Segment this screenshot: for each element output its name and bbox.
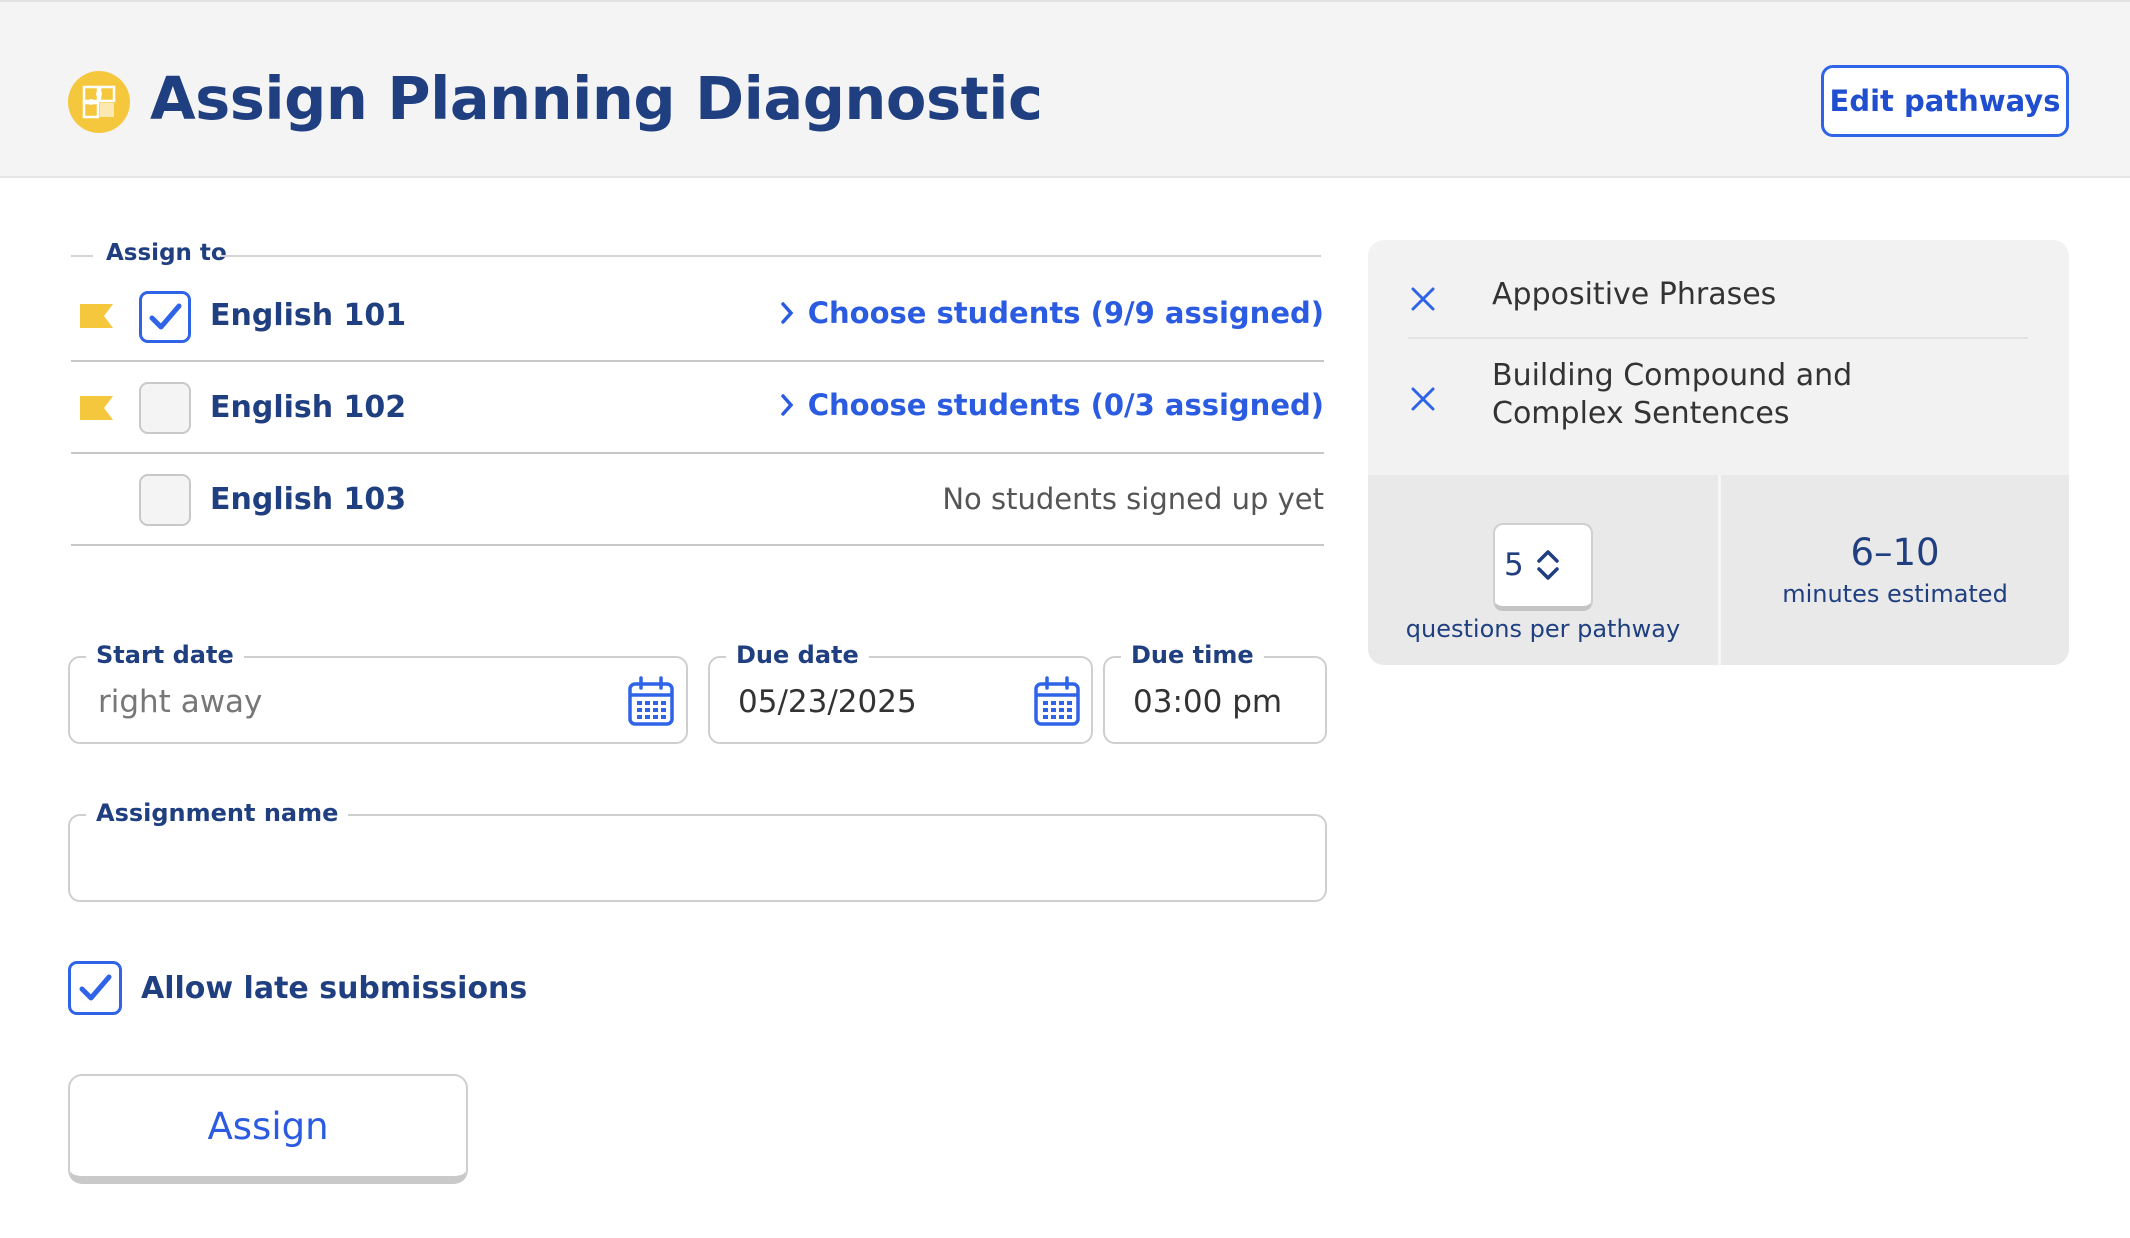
class-row-english-102: English 102 Choose students (0/3 assigne… bbox=[71, 362, 1324, 454]
class-row-english-101: English 101 Choose students (9/9 assigne… bbox=[71, 270, 1324, 362]
pathway-name: Appositive Phrases bbox=[1492, 277, 1777, 312]
due-date-field[interactable]: Due date 05/23/2025 bbox=[708, 641, 1093, 744]
choose-students-link-english-102[interactable]: Choose students (0/3 assigned) bbox=[780, 388, 1324, 422]
class-checkbox-english-101[interactable] bbox=[139, 291, 191, 343]
class-checkbox-english-102[interactable] bbox=[139, 382, 191, 434]
choose-students-label: Choose students (0/3 assigned) bbox=[807, 388, 1324, 422]
assignment-name-label: Assignment name bbox=[86, 799, 349, 827]
page-header: Assign Planning Diagnostic Edit pathways bbox=[0, 0, 2130, 178]
up-down-chevron-icon bbox=[1537, 550, 1559, 580]
legend-line-left bbox=[71, 255, 93, 257]
choose-students-label: Choose students (9/9 assigned) bbox=[807, 296, 1324, 330]
no-students-status: No students signed up yet bbox=[942, 482, 1324, 516]
remove-icon[interactable] bbox=[1408, 384, 1438, 414]
class-row-english-103: English 103 No students signed up yet bbox=[71, 454, 1324, 546]
pathways-panel: Appositive Phrases Building Compound and… bbox=[1368, 240, 2069, 665]
due-time-field[interactable]: Due time 03:00 pm bbox=[1103, 641, 1327, 744]
pathway-name: Building Compound and Complex Sentences bbox=[1492, 358, 1853, 431]
class-name: English 101 bbox=[210, 298, 407, 333]
class-name: English 103 bbox=[210, 482, 407, 517]
late-submissions-checkbox[interactable] bbox=[68, 961, 122, 1015]
choose-students-link-english-101[interactable]: Choose students (9/9 assigned) bbox=[780, 296, 1324, 330]
assign-button[interactable]: Assign bbox=[68, 1074, 468, 1184]
pathway-divider bbox=[1408, 337, 2028, 339]
start-date-field[interactable]: Start date right away bbox=[68, 641, 688, 744]
edit-pathways-button[interactable]: Edit pathways bbox=[1821, 65, 2069, 137]
pathway-stats: 5 questions per pathway 6–10 minutes est… bbox=[1368, 475, 2069, 665]
questions-per-pathway-label: questions per pathway bbox=[1405, 615, 1681, 643]
legend-line-right bbox=[221, 255, 1321, 257]
assign-to-legend: Assign to bbox=[106, 240, 227, 266]
chevron-right-icon bbox=[780, 394, 794, 416]
time-estimate-value: 6–10 bbox=[1850, 531, 1940, 574]
class-name: English 102 bbox=[210, 390, 407, 425]
puzzle-icon bbox=[68, 71, 130, 133]
start-date-placeholder: right away bbox=[98, 684, 263, 720]
checkmark-icon bbox=[149, 303, 182, 330]
page-title: Assign Planning Diagnostic bbox=[150, 64, 1043, 133]
questions-per-pathway-stepper[interactable]: 5 bbox=[1493, 523, 1593, 611]
late-submissions-label: Allow late submissions bbox=[141, 971, 528, 1006]
calendar-icon[interactable] bbox=[627, 676, 675, 728]
chevron-right-icon bbox=[780, 302, 794, 324]
assignment-name-field[interactable]: Assignment name bbox=[68, 799, 1327, 902]
calendar-icon[interactable] bbox=[1033, 676, 1081, 728]
time-estimate-label: minutes estimated bbox=[1782, 580, 2008, 608]
due-date-value: 05/23/2025 bbox=[738, 684, 917, 720]
questions-value: 5 bbox=[1504, 547, 1524, 583]
start-date-label: Start date bbox=[86, 641, 244, 669]
checkmark-icon bbox=[79, 974, 112, 1001]
due-time-label: Due time bbox=[1121, 641, 1264, 669]
due-date-label: Due date bbox=[726, 641, 869, 669]
flag-icon bbox=[80, 304, 113, 328]
due-time-value: 03:00 pm bbox=[1133, 684, 1283, 720]
remove-icon[interactable] bbox=[1408, 284, 1438, 314]
class-checkbox-english-103[interactable] bbox=[139, 474, 191, 526]
flag-icon bbox=[80, 396, 113, 420]
